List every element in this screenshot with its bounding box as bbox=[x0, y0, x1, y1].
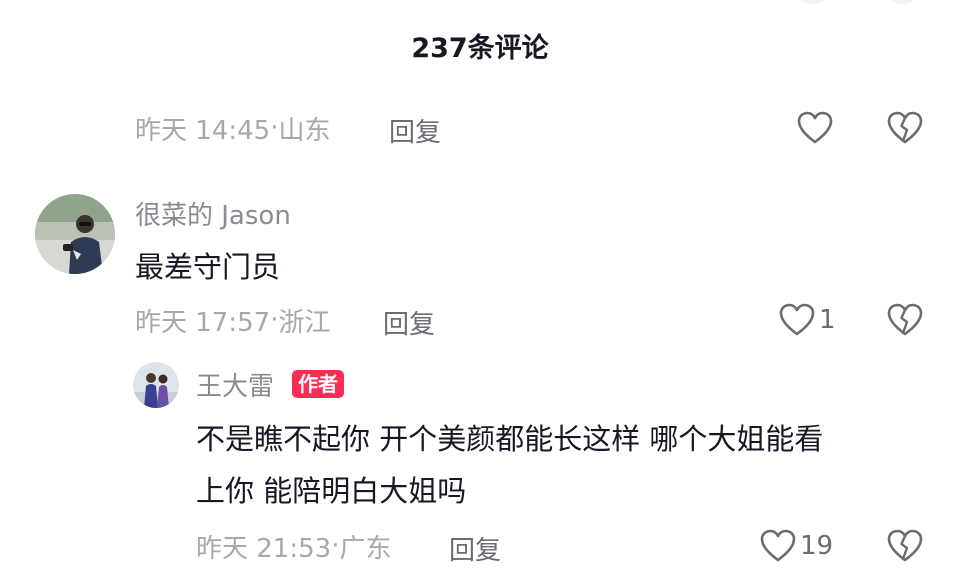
author-badge: 作者 bbox=[292, 370, 344, 398]
like-count: 19 bbox=[800, 531, 834, 561]
broken-heart-icon bbox=[887, 303, 923, 336]
like-button[interactable]: 19 bbox=[760, 526, 833, 566]
like-button[interactable]: 1 bbox=[779, 300, 836, 340]
comment-meta: 昨天 14:45 · 山东 bbox=[135, 108, 330, 148]
dislike-button[interactable] bbox=[887, 111, 923, 145]
comment-text-line: 不是瞧不起你 开个美颜都能长这样 哪个大姐能看 bbox=[196, 422, 824, 456]
comment-location: 浙江 bbox=[278, 307, 331, 338]
dislike-button[interactable] bbox=[887, 529, 923, 563]
avatar[interactable] bbox=[133, 362, 179, 408]
avatar[interactable] bbox=[35, 194, 115, 274]
comment-location: 山东 bbox=[278, 115, 331, 146]
comment-time: 昨天 14:45 bbox=[135, 115, 271, 146]
like-count: 1 bbox=[819, 305, 836, 335]
top-cutoff-icon bbox=[890, 0, 916, 4]
comment-time: 昨天 17:57 bbox=[135, 307, 271, 338]
broken-heart-icon bbox=[887, 111, 923, 144]
meta-separator: · bbox=[270, 113, 279, 143]
meta-separator: · bbox=[270, 305, 279, 335]
avatar-image bbox=[35, 194, 115, 274]
dislike-button[interactable] bbox=[887, 303, 923, 337]
comment-text: 最差守门员 bbox=[135, 250, 281, 284]
comment-location: 广东 bbox=[339, 533, 392, 564]
heart-outline-icon bbox=[797, 111, 833, 144]
reply-button[interactable]: 回复 bbox=[383, 304, 435, 341]
comment-username[interactable]: 很菜的 Jason bbox=[135, 195, 291, 232]
comment-count-title: 237条评论 bbox=[411, 33, 549, 64]
broken-heart-icon bbox=[887, 529, 923, 562]
comment-username[interactable]: 王大雷 bbox=[196, 366, 274, 403]
reply-button[interactable]: 回复 bbox=[389, 112, 441, 149]
like-button[interactable] bbox=[797, 108, 833, 148]
heart-outline-icon bbox=[760, 529, 796, 562]
comment-meta: 昨天 21:53 · 广东 bbox=[196, 526, 391, 566]
comment-meta: 昨天 17:57 · 浙江 bbox=[135, 300, 330, 340]
top-cutoff-icon bbox=[800, 0, 826, 4]
avatar-image bbox=[133, 362, 179, 408]
comment-time: 昨天 21:53 bbox=[196, 533, 332, 564]
heart-outline-icon bbox=[779, 303, 815, 336]
comment-text-line: 上你 能陪明白大姐吗 bbox=[196, 474, 467, 508]
reply-button[interactable]: 回复 bbox=[449, 530, 501, 567]
meta-separator: · bbox=[331, 531, 340, 561]
